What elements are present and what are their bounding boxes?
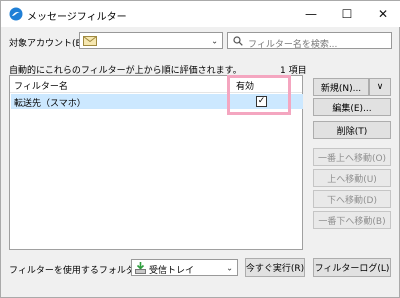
inbox-icon [135,262,146,274]
folder-value: 受信トレイ [149,266,195,276]
filter-name: 転送先（スマホ） [14,99,86,109]
edit-button[interactable]: 編集(E)... [313,98,391,116]
message-filters-dialog: メッセージフィルター — ☐ ✕ 対象アカウント(E): ⌄ フィルター名を検索… [0,0,400,298]
filter-log-button[interactable]: フィルターログ(L) [313,258,391,277]
search-icon [233,36,243,46]
column-filter-name[interactable]: フィルター名 [14,79,68,92]
thunderbird-app-icon [9,7,23,21]
move-up-button[interactable]: 上へ移動(U) [313,169,391,187]
title-bar: メッセージフィルター — ☐ ✕ [1,1,400,27]
column-divider[interactable] [229,78,230,91]
move-to-top-button[interactable]: 一番上へ移動(O) [313,148,391,166]
column-enabled[interactable]: 有効 [236,79,254,92]
run-now-button[interactable]: 今すぐ実行(R) [245,258,305,277]
account-select[interactable]: ⌄ [79,32,223,49]
enabled-checkbox[interactable]: ✓ [256,96,267,107]
chevron-down-icon: ⌄ [211,36,218,45]
delete-button[interactable]: 削除(T) [313,121,391,139]
filter-search-input[interactable]: フィルター名を検索... [227,32,392,50]
list-header: フィルター名 有効 [10,76,302,93]
filter-row[interactable]: 転送先（スマホ） ✓ [11,94,303,109]
chevron-down-icon: ⌄ [226,263,233,272]
move-to-bottom-button[interactable]: 一番下へ移動(B) [313,211,391,229]
filter-list[interactable]: フィルター名 有効 転送先（スマホ） ✓ [9,75,303,250]
new-button[interactable]: 新規(N)... [313,78,369,96]
maximize-button[interactable]: ☐ [329,1,365,27]
account-label: 対象アカウント(E): [9,39,88,49]
window-title: メッセージフィルター [27,12,127,23]
close-button[interactable]: ✕ [365,1,400,27]
folder-select[interactable]: 受信トレイ ⌄ [131,259,238,276]
new-dropdown-button[interactable]: ∨ [369,78,391,96]
search-placeholder: フィルター名を検索... [248,40,338,50]
envelope-icon [83,36,97,46]
minimize-button[interactable]: — [293,1,329,27]
move-down-button[interactable]: 下へ移動(D) [313,190,391,208]
